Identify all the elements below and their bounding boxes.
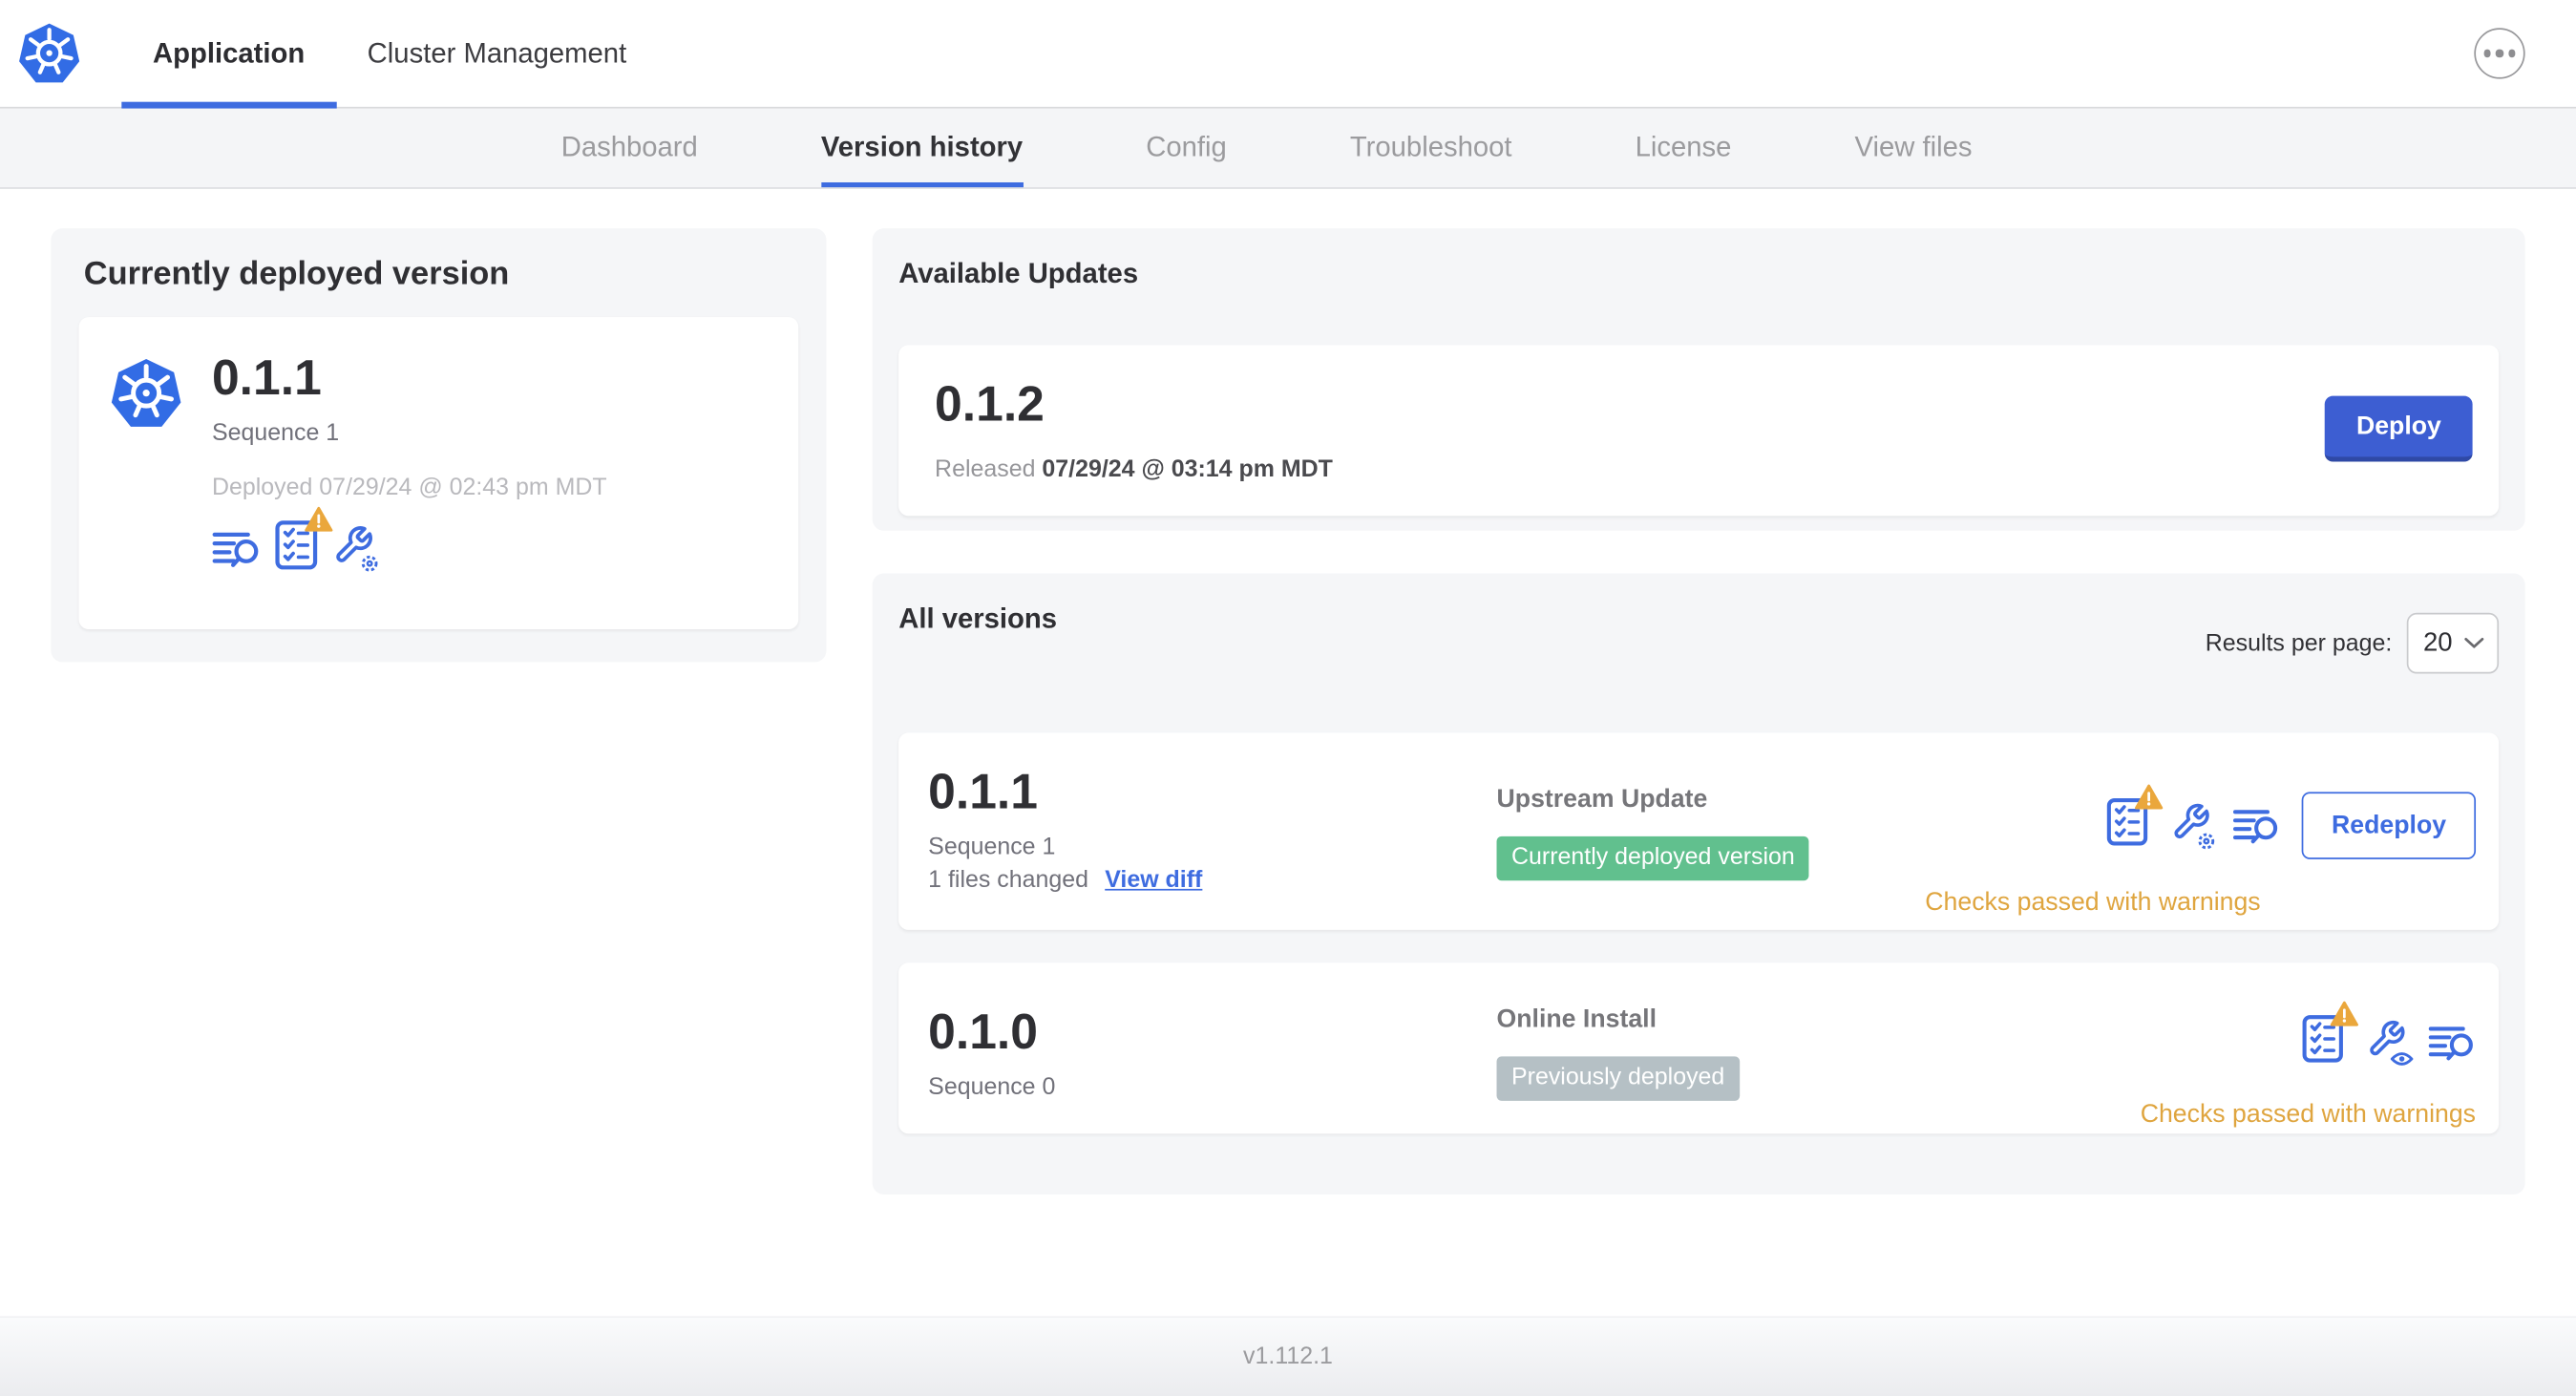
active-tab-underline — [121, 101, 336, 109]
row-sequence: Sequence 0 — [928, 1074, 1056, 1101]
status-badge-previously-deployed: Previously deployed — [1496, 1056, 1740, 1101]
app-header: Application Cluster Management — [0, 0, 2576, 109]
tab-cluster-management[interactable]: Cluster Management — [336, 0, 658, 107]
deployed-timestamp: Deployed 07/29/24 @ 02:43 pm MDT — [211, 475, 607, 501]
chevron-down-icon — [2464, 638, 2484, 649]
preflight-checks-warning-icon[interactable] — [2302, 1014, 2345, 1071]
app-subnav: Dashboard Version history Config Trouble… — [0, 108, 2576, 189]
row-version-number: 0.1.1 — [928, 765, 1038, 820]
all-versions-card: All versions Results per page: 20 0.1.1 … — [872, 573, 2525, 1195]
tab-application[interactable]: Application — [121, 0, 336, 109]
version-source: Online Install — [1496, 1005, 1657, 1034]
currently-deployed-card: Currently deployed version 0.1.1 Sequenc… — [51, 228, 827, 663]
row-version-number: 0.1.0 — [928, 1005, 1038, 1060]
kubernetes-logo-icon — [16, 21, 82, 87]
version-source: Upstream Update — [1496, 785, 1708, 814]
currently-deployed-title: Currently deployed version — [83, 256, 510, 293]
version-row-0.1.0: 0.1.0 Sequence 0 Online Install Previous… — [898, 962, 2500, 1134]
currently-deployed-inner-card: 0.1.1 Sequence 1 Deployed 07/29/24 @ 02:… — [78, 317, 799, 630]
app-footer: v1.112.1 — [0, 1316, 2576, 1396]
available-updates-card: Available Updates 0.1.2 Released 07/29/2… — [872, 228, 2525, 531]
tab-troubleshoot[interactable]: Troubleshoot — [1350, 109, 1512, 188]
deploy-button[interactable]: Deploy — [2325, 395, 2473, 462]
tab-dashboard[interactable]: Dashboard — [561, 109, 698, 188]
checks-status-text: Checks passed with warnings — [2140, 1100, 2477, 1130]
warning-triangle-icon — [2135, 784, 2164, 811]
warning-triangle-icon — [304, 506, 333, 533]
tab-cluster-management-label: Cluster Management — [367, 36, 627, 69]
ellipsis-icon — [2483, 50, 2491, 57]
tab-config[interactable]: Config — [1146, 109, 1227, 188]
row-sequence: Sequence 1 — [928, 835, 1056, 861]
results-per-page-select[interactable]: 20 — [2406, 612, 2500, 674]
version-row-0.1.1: 0.1.1 Sequence 1 1 files changed View dif… — [898, 732, 2500, 930]
warning-triangle-icon — [2330, 1001, 2359, 1027]
preflight-checks-warning-icon[interactable] — [2106, 797, 2149, 855]
deployed-sequence: Sequence 1 — [211, 420, 340, 448]
available-updates-title: Available Updates — [898, 258, 1139, 289]
deploy-logs-icon[interactable] — [2233, 804, 2281, 847]
deploy-logs-icon[interactable] — [2428, 1021, 2476, 1064]
view-diff-link[interactable]: View diff — [1105, 868, 1202, 895]
checks-status-text: Checks passed with warnings — [1925, 888, 2261, 918]
results-per-page-label: Results per page: — [2205, 629, 2393, 657]
preflight-checks-warning-icon[interactable] — [274, 519, 318, 579]
tab-license[interactable]: License — [1636, 109, 1732, 188]
all-versions-title: All versions — [898, 603, 1058, 635]
more-options-button[interactable] — [2474, 28, 2525, 79]
available-update-row: 0.1.2 Released 07/29/24 @ 03:14 pm MDT D… — [898, 345, 2500, 517]
header-tabs: Application Cluster Management — [121, 0, 658, 109]
status-badge-currently-deployed: Currently deployed version — [1496, 835, 1810, 881]
view-config-icon[interactable] — [2366, 1018, 2407, 1068]
kubernetes-app-icon — [109, 356, 184, 432]
tab-view-files[interactable]: View files — [1854, 109, 1972, 188]
update-released-date: 07/29/24 @ 03:14 pm MDT — [1042, 456, 1333, 483]
redeploy-button[interactable]: Redeploy — [2302, 792, 2477, 859]
edit-config-icon[interactable] — [332, 523, 375, 574]
tab-application-label: Application — [153, 36, 306, 69]
main-content: Currently deployed version 0.1.1 Sequenc… — [0, 188, 2576, 1317]
gear-icon — [360, 553, 380, 573]
console-version: v1.112.1 — [1243, 1343, 1333, 1371]
files-changed-label: 1 files changed — [928, 867, 1089, 895]
eye-icon — [2391, 1050, 2414, 1065]
deploy-logs-icon[interactable] — [212, 526, 262, 570]
gear-icon — [2197, 831, 2217, 851]
update-version-number: 0.1.2 — [935, 377, 1045, 433]
tab-version-history[interactable]: Version history — [820, 109, 1024, 188]
edit-config-icon[interactable] — [2170, 801, 2211, 851]
deployed-version-number: 0.1.1 — [211, 351, 322, 407]
update-released-line: Released 07/29/24 @ 03:14 pm MDT — [935, 456, 1333, 483]
